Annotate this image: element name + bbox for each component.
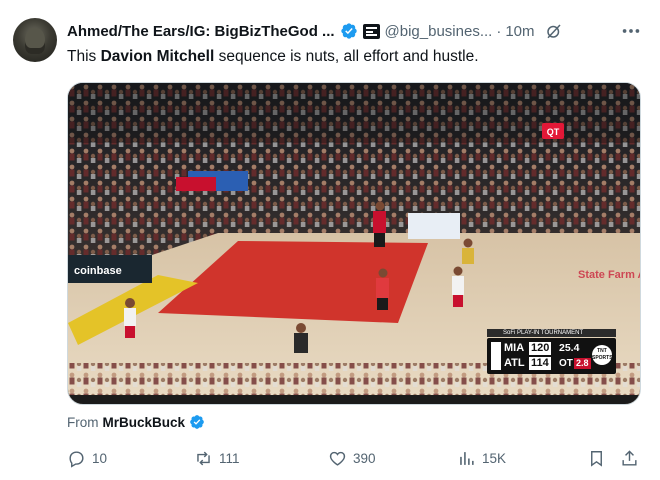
channel-badge-label: QT (547, 127, 560, 137)
user-handle[interactable]: @big_busines... (385, 23, 493, 40)
video-player[interactable]: coinbase QT State Farm ARENA SoFi PLAY-I… (67, 82, 641, 405)
game-clock: 25.4 (559, 342, 580, 354)
reply-icon (69, 450, 84, 468)
reply-button[interactable]: 10 (67, 446, 107, 470)
from-source[interactable]: MrBuckBuck (103, 415, 186, 430)
media-attribution: From MrBuckBuck (67, 414, 205, 430)
repost-icon (197, 451, 210, 465)
verified-badge-icon (190, 415, 204, 429)
bookmark-button[interactable] (587, 446, 612, 470)
tweet-text-mention: Davion Mitchell (100, 48, 215, 65)
grok-icon[interactable] (545, 22, 563, 40)
repost-count: 111 (219, 450, 240, 466)
network-logo: TNT SPORTS (592, 345, 613, 365)
action-bar: 10 111 390 15K (67, 446, 647, 470)
verified-badge-icon[interactable] (340, 22, 358, 40)
post-time[interactable]: 10m (505, 23, 534, 40)
sponsor-sign: coinbase (74, 265, 122, 277)
arena-sign: State Farm ARENA (578, 269, 641, 281)
share-button[interactable] (620, 446, 645, 470)
share-icon (622, 449, 637, 466)
tweet-text-end: sequence is nuts, all effort and hustle. (214, 48, 479, 65)
view-count: 15K (482, 450, 507, 466)
home-team: MIA (504, 342, 525, 354)
like-count: 390 (353, 450, 376, 466)
period: OT (559, 358, 573, 369)
heart-icon (329, 451, 346, 466)
tweet[interactable]: Ahmed/The Ears/IG: BigBizTheGod ... @big… (0, 0, 660, 480)
avatar[interactable] (13, 18, 57, 62)
reply-count: 10 (92, 450, 108, 466)
bookmark-icon (591, 450, 602, 467)
tweet-text: This Davion Mitchell sequence is nuts, a… (67, 46, 479, 68)
affiliate-badge-icon[interactable] (362, 23, 380, 39)
tournament-tag: SoFi PLAY-IN TOURNAMENT (487, 329, 616, 337)
display-name[interactable]: Ahmed/The Ears/IG: BigBizTheGod ... (67, 23, 335, 40)
tweet-text-start: This (67, 48, 101, 65)
tweet-header: Ahmed/The Ears/IG: BigBizTheGod ... @big… (67, 20, 648, 42)
nba-logo-icon (491, 342, 501, 370)
repost-button[interactable]: 111 (194, 446, 240, 470)
away-score: 114 (529, 357, 551, 370)
shot-clock: 2.8 (574, 358, 591, 369)
like-button[interactable]: 390 (328, 446, 376, 470)
views-chart-icon (460, 451, 474, 465)
more-options-icon[interactable] (620, 20, 642, 42)
home-score: 120 (529, 342, 552, 355)
separator-dot: · (496, 22, 502, 40)
away-team: ATL (504, 357, 525, 369)
views-button[interactable]: 15K (457, 446, 506, 470)
from-label: From (67, 414, 99, 430)
score-bug: SoFi PLAY-IN TOURNAMENT MIA 120 ATL 114 … (487, 329, 616, 374)
